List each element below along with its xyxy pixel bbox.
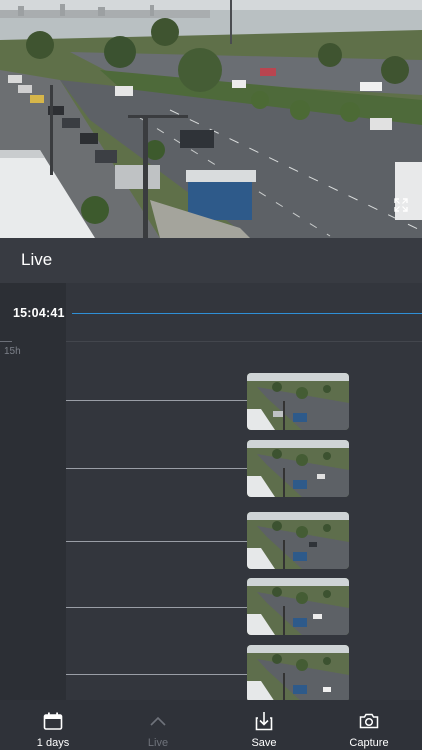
event-thumbnail[interactable]: [247, 440, 349, 497]
camera-snapshot-image: [247, 645, 349, 700]
event-marker-line: [66, 674, 248, 675]
event-timeline[interactable]: 15:04:41 15h: [0, 283, 422, 700]
camera-snapshot-image: [247, 512, 349, 569]
timeline-divider: [66, 341, 422, 342]
camera-snapshot-image: [247, 440, 349, 497]
download-icon: [254, 711, 274, 731]
days-label: 1 days: [36, 737, 70, 749]
event-item[interactable]: [66, 645, 422, 700]
calendar-icon: [43, 711, 63, 731]
event-marker-line: [66, 541, 248, 542]
live-label: Live: [147, 737, 169, 749]
current-time-indicator: 15:04:41: [0, 303, 422, 323]
event-marker-line: [66, 400, 248, 401]
expand-icon: [394, 198, 408, 212]
live-button[interactable]: Live: [118, 700, 198, 750]
event-marker-line: [66, 468, 248, 469]
save-button[interactable]: Save: [224, 700, 304, 750]
event-thumbnail[interactable]: [247, 373, 349, 430]
event-thumbnail[interactable]: [247, 645, 349, 700]
days-button[interactable]: 1 days: [13, 700, 93, 750]
camera-snapshot-image: [247, 373, 349, 430]
camera-live-feed[interactable]: [0, 0, 422, 238]
event-item[interactable]: [66, 578, 422, 638]
camera-feed-image: [0, 0, 422, 238]
camera-icon: [359, 711, 379, 731]
save-label: Save: [251, 737, 277, 749]
camera-snapshot-image: [247, 578, 349, 635]
event-item[interactable]: [66, 440, 422, 500]
event-item[interactable]: [66, 512, 422, 572]
live-title: Live: [21, 250, 53, 269]
hour-tick: [0, 341, 12, 342]
hour-marker: 15h: [4, 346, 21, 357]
current-time-line: [72, 313, 422, 314]
camera-viewer-screen: Live 15:04:41 15h 1 days Live Save Captu…: [0, 0, 422, 750]
event-item[interactable]: [66, 373, 422, 433]
capture-label: Capture: [349, 737, 389, 749]
chevron-up-icon: [148, 711, 168, 731]
event-thumbnail[interactable]: [247, 512, 349, 569]
current-time: 15:04:41: [13, 306, 65, 320]
capture-button[interactable]: Capture: [329, 700, 409, 750]
bottom-toolbar: 1 days Live Save Capture: [0, 700, 422, 750]
fullscreen-button[interactable]: [390, 194, 412, 216]
event-thumbnail[interactable]: [247, 578, 349, 635]
live-header: Live: [0, 238, 422, 283]
event-marker-line: [66, 607, 248, 608]
